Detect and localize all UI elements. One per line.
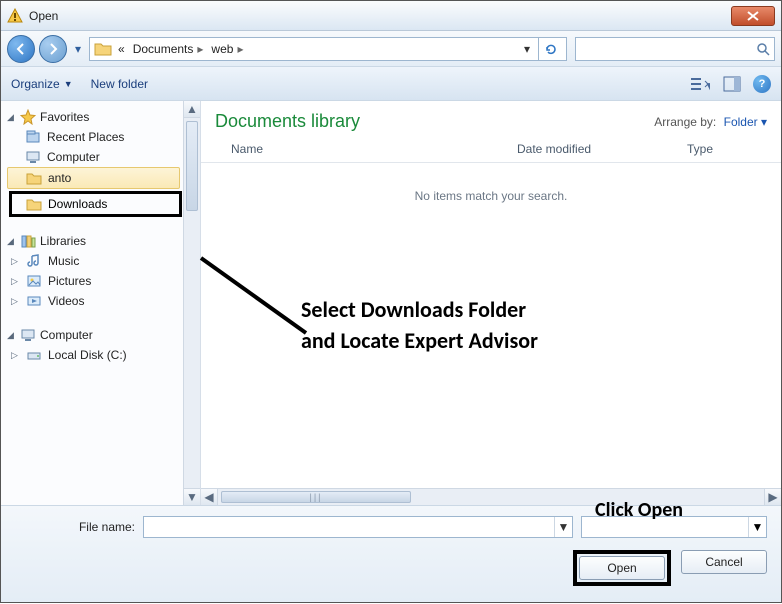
close-button[interactable] (731, 6, 775, 26)
breadcrumb-prefix[interactable]: « (116, 42, 127, 56)
sidebar-computer-fav[interactable]: Computer (7, 147, 200, 167)
empty-message: No items match your search. (201, 163, 781, 229)
arrange-by-dropdown[interactable]: Folder ▾ (724, 115, 767, 129)
breadcrumb-web[interactable]: web▸ (209, 42, 245, 56)
folder-icon (26, 196, 42, 212)
horizontal-scrollbar[interactable]: ◀ ||| ▶ (201, 488, 781, 505)
computer-group[interactable]: ◢ Computer (7, 325, 200, 345)
sidebar-anto[interactable]: anto (7, 167, 180, 189)
annotation-open-highlight: Open (573, 550, 671, 586)
filter-dropdown[interactable]: ▼ (748, 517, 766, 537)
filename-label: File name: (15, 520, 135, 534)
favorites-group[interactable]: ◢ Favorites (7, 107, 200, 127)
sidebar-scrollbar[interactable]: ▲ ▼ (183, 101, 200, 505)
sidebar-videos[interactable]: ▷ Videos (7, 291, 200, 311)
computer-icon (20, 327, 36, 343)
nav-forward-button[interactable] (39, 35, 67, 63)
command-bar: Organize▼ New folder ▼ ? (1, 67, 781, 101)
open-button[interactable]: Open (579, 556, 665, 580)
music-icon (26, 253, 42, 269)
arrange-by: Arrange by: Folder ▾ (654, 115, 767, 129)
file-list-pane: Documents library Arrange by: Folder ▾ N… (201, 101, 781, 505)
help-button[interactable]: ? (753, 75, 771, 93)
filename-dropdown[interactable]: ▼ (554, 517, 572, 537)
sidebar-pictures[interactable]: ▷ Pictures (7, 271, 200, 291)
title-bar: Open (1, 1, 781, 31)
column-name[interactable]: Name (231, 142, 517, 156)
window-title: Open (29, 9, 58, 23)
sidebar-local-disk-c[interactable]: ▷ Local Disk (C:) (7, 345, 200, 365)
address-bar[interactable]: « Documents▸ web▸ ▾ (89, 37, 567, 61)
filename-input[interactable]: ▼ (143, 516, 573, 538)
preview-pane-button[interactable] (721, 73, 743, 95)
library-title: Documents library (215, 111, 360, 132)
pictures-icon (26, 273, 42, 289)
scroll-thumb[interactable] (186, 121, 198, 211)
folder-icon (94, 41, 112, 57)
scroll-left-icon[interactable]: ◀ (201, 489, 218, 505)
videos-icon (26, 293, 42, 309)
scroll-down-icon[interactable]: ▼ (184, 488, 200, 505)
organize-menu[interactable]: Organize▼ (11, 77, 73, 91)
drive-icon (26, 347, 42, 363)
scroll-up-icon[interactable]: ▲ (184, 101, 200, 118)
open-dialog-window: Open ▾ « Documents▸ web▸ ▾ (0, 0, 782, 603)
app-warning-icon (7, 8, 23, 24)
star-icon (20, 109, 36, 125)
column-type[interactable]: Type (687, 142, 767, 156)
nav-recent-dropdown[interactable]: ▾ (71, 37, 85, 61)
computer-icon (25, 149, 41, 165)
recent-icon (25, 129, 41, 145)
nav-back-button[interactable] (7, 35, 35, 63)
search-input[interactable] (575, 37, 775, 61)
dialog-footer: File name: ▼ ▼ Open Cancel (1, 505, 781, 602)
sidebar-recent-places[interactable]: Recent Places (7, 127, 200, 147)
file-type-filter[interactable]: ▼ (581, 516, 767, 538)
search-icon (756, 42, 770, 56)
breadcrumb-documents[interactable]: Documents▸ (131, 42, 206, 56)
dialog-body: ◢ Favorites Recent Places Computer (1, 101, 781, 505)
svg-text:▼: ▼ (704, 79, 710, 92)
nav-bar: ▾ « Documents▸ web▸ ▾ (1, 31, 781, 67)
refresh-button[interactable] (538, 37, 562, 61)
address-dropdown[interactable]: ▾ (520, 42, 534, 56)
libraries-group[interactable]: ◢ Libraries (7, 231, 200, 251)
column-date[interactable]: Date modified (517, 142, 687, 156)
scroll-right-icon[interactable]: ▶ (764, 489, 781, 505)
libraries-icon (20, 233, 36, 249)
sidebar-downloads[interactable]: Downloads (9, 191, 182, 217)
hscroll-thumb[interactable]: ||| (221, 491, 411, 503)
sidebar-music[interactable]: ▷ Music (7, 251, 200, 271)
new-folder-button[interactable]: New folder (91, 77, 148, 91)
folder-icon (26, 170, 42, 186)
navigation-pane: ◢ Favorites Recent Places Computer (1, 101, 201, 505)
view-options-button[interactable]: ▼ (689, 73, 711, 95)
cancel-button[interactable]: Cancel (681, 550, 767, 574)
column-headers: Name Date modified Type (201, 136, 781, 163)
